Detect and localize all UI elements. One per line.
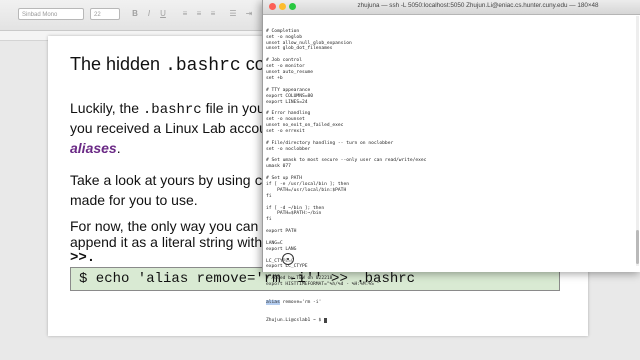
indent-icon[interactable]: ⇥ [244, 9, 254, 19]
terminal-output[interactable]: # Completion set -o noglob unset allow_nul… [266, 17, 626, 335]
p1-code: .bashrc [142, 102, 202, 118]
close-window-button[interactable] [269, 3, 276, 10]
font-family-select[interactable]: Sinbad Mono [18, 8, 84, 20]
shell-prompt: Zhujun.Li@cslab1 ~ $ [266, 317, 325, 323]
minimize-window-button[interactable] [279, 3, 286, 10]
text-cursor [324, 318, 328, 324]
mouse-cursor-icon [282, 253, 294, 265]
slide-title: The hidden .bashrc co [70, 54, 265, 76]
maximize-window-button[interactable] [289, 3, 296, 10]
alias-selection: alias [266, 299, 280, 305]
list-icon[interactable]: ☰ [228, 9, 238, 19]
terminal-scrollbar[interactable] [636, 16, 639, 266]
font-size-select[interactable]: 22 [90, 8, 120, 20]
prompt-line[interactable]: Zhujun.Li@cslab1 ~ $ [266, 318, 626, 324]
paragraph-1-line-1: Luckily, the .bashrc file in your h [70, 98, 281, 120]
alias-command-line: alias remove='rm -i' [266, 299, 626, 306]
italic-icon[interactable]: I [144, 9, 154, 19]
terminal-title: zhujuna — ssh -L 5050:localhost:5050 Zhu… [357, 2, 599, 9]
underline-icon[interactable]: U [158, 9, 168, 19]
p1-period: . [116, 140, 121, 156]
terminal-line: export HISTTIMEFORMAT="%h/%d - %H:%M:%S … [266, 282, 380, 288]
paragraph-3-line-3: >>. [70, 250, 96, 266]
paragraph-2-line-2: made for you to use. [70, 192, 198, 208]
terminal-window[interactable]: zhujuna — ssh -L 5050:localhost:5050 Zhu… [262, 0, 640, 324]
p2-text-a: Take a look at yours by using [70, 172, 255, 188]
paragraph-1-line-2: you received a Linux Lab account. T [70, 120, 295, 136]
align-left-icon[interactable]: ≡ [180, 9, 190, 19]
bold-icon[interactable]: B [130, 9, 140, 19]
p1-text-a: Luckily, the [70, 100, 143, 116]
align-right-icon[interactable]: ≡ [208, 9, 218, 19]
paragraph-3-line-2: append it as a literal string with ec [70, 234, 281, 250]
paragraph-2-line-1: Take a look at yours by using cat [70, 170, 280, 192]
terminal-titlebar[interactable]: zhujuna — ssh -L 5050:localhost:5050 Zhu… [263, 0, 640, 15]
aliases-emphasis: aliases [70, 140, 117, 156]
terminal-scroll-thumb[interactable] [636, 230, 639, 264]
title-text: The hidden [70, 54, 166, 74]
title-code: .bashrc [165, 56, 241, 76]
alias-rest: remove='rm -i' [279, 299, 322, 305]
paragraph-1-line-3: aliases. [70, 138, 121, 158]
align-center-icon[interactable]: ≡ [194, 9, 204, 19]
